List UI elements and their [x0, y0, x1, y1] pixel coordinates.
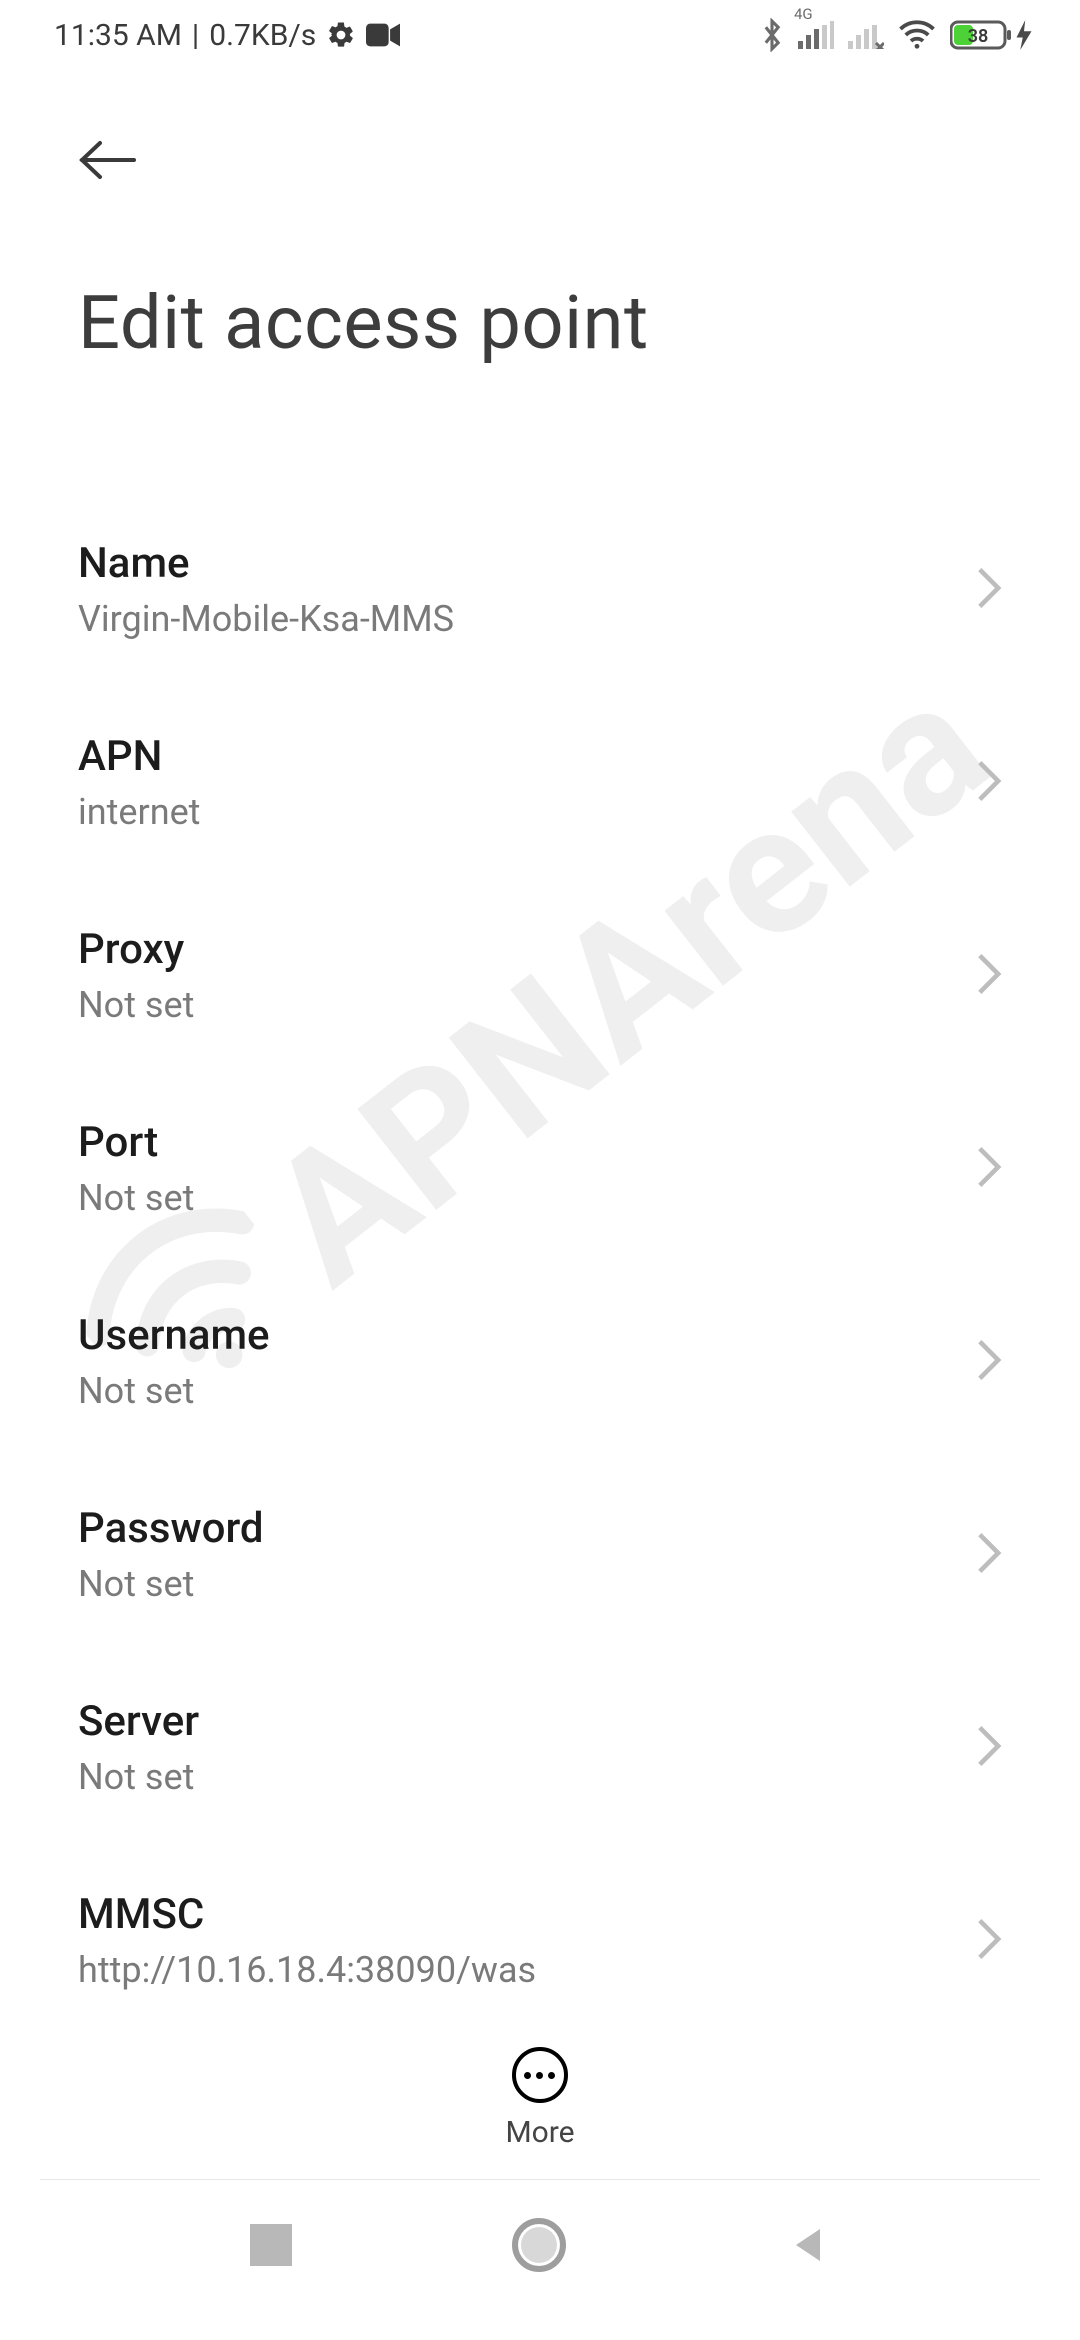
battery-indicator: 38	[950, 19, 1032, 51]
nav-recents-button[interactable]	[250, 2224, 292, 2266]
row-value: http://10.16.18.4:38090/was	[78, 1949, 536, 1991]
more-bar: More	[0, 2047, 1080, 2150]
row-name[interactable]: Name Virgin-Mobile-Ksa-MMS	[78, 497, 1002, 690]
chevron-right-icon	[976, 566, 1002, 614]
app-header: Edit access point	[0, 70, 1080, 367]
settings-gear-icon	[326, 20, 356, 50]
chevron-right-icon	[976, 952, 1002, 1000]
system-nav-bar	[0, 2180, 1080, 2340]
more-label: More	[505, 2115, 574, 2150]
settings-list: Name Virgin-Mobile-Ksa-MMS APN internet …	[0, 497, 1080, 2057]
nav-home-button[interactable]	[512, 2218, 566, 2272]
bluetooth-icon	[760, 18, 784, 52]
chevron-right-icon	[976, 759, 1002, 807]
row-label: MMSC	[78, 1890, 536, 1939]
back-button[interactable]	[78, 130, 138, 190]
charging-bolt-icon	[1016, 20, 1032, 50]
row-value: internet	[78, 791, 200, 833]
row-label: Password	[78, 1504, 264, 1553]
row-username[interactable]: Username Not set	[78, 1269, 1002, 1462]
status-separator: |	[192, 18, 199, 53]
row-value: Virgin-Mobile-Ksa-MMS	[78, 598, 454, 640]
wifi-icon	[898, 20, 936, 50]
status-bar: 11:35 AM | 0.7KB/s 4G 38	[0, 0, 1080, 70]
chevron-right-icon	[976, 1917, 1002, 1965]
row-server[interactable]: Server Not set	[78, 1655, 1002, 1848]
row-label: APN	[78, 732, 200, 781]
row-apn[interactable]: APN internet	[78, 690, 1002, 883]
more-dots-icon	[512, 2047, 568, 2103]
chevron-right-icon	[976, 1145, 1002, 1193]
row-value: Not set	[78, 1370, 270, 1412]
signal-sim2-icon	[848, 21, 884, 49]
row-label: Server	[78, 1697, 199, 1746]
arrow-left-icon	[78, 139, 138, 181]
chevron-right-icon	[976, 1724, 1002, 1772]
nav-back-button[interactable]	[786, 2223, 830, 2267]
row-label: Name	[78, 539, 454, 588]
row-mmsc[interactable]: MMSC http://10.16.18.4:38090/was	[78, 1848, 1002, 2041]
svg-text:38: 38	[968, 26, 989, 47]
status-time: 11:35 AM	[54, 18, 182, 53]
row-password[interactable]: Password Not set	[78, 1462, 1002, 1655]
status-left: 11:35 AM | 0.7KB/s	[54, 18, 400, 53]
row-value: Not set	[78, 1756, 199, 1798]
status-right: 4G 38	[760, 18, 1032, 52]
page-title: Edit access point	[78, 280, 1002, 367]
signal-sim1-icon: 4G	[798, 21, 834, 49]
row-label: Port	[78, 1118, 194, 1167]
row-value: Not set	[78, 1563, 264, 1605]
row-value: Not set	[78, 1177, 194, 1219]
row-value: Not set	[78, 984, 194, 1026]
chevron-right-icon	[976, 1531, 1002, 1579]
video-camera-icon	[366, 23, 400, 47]
row-proxy[interactable]: Proxy Not set	[78, 883, 1002, 1076]
more-button[interactable]: More	[505, 2047, 574, 2150]
status-network-speed: 0.7KB/s	[209, 18, 316, 53]
chevron-right-icon	[976, 1338, 1002, 1386]
row-label: Proxy	[78, 925, 194, 974]
row-port[interactable]: Port Not set	[78, 1076, 1002, 1269]
row-label: Username	[78, 1311, 270, 1360]
